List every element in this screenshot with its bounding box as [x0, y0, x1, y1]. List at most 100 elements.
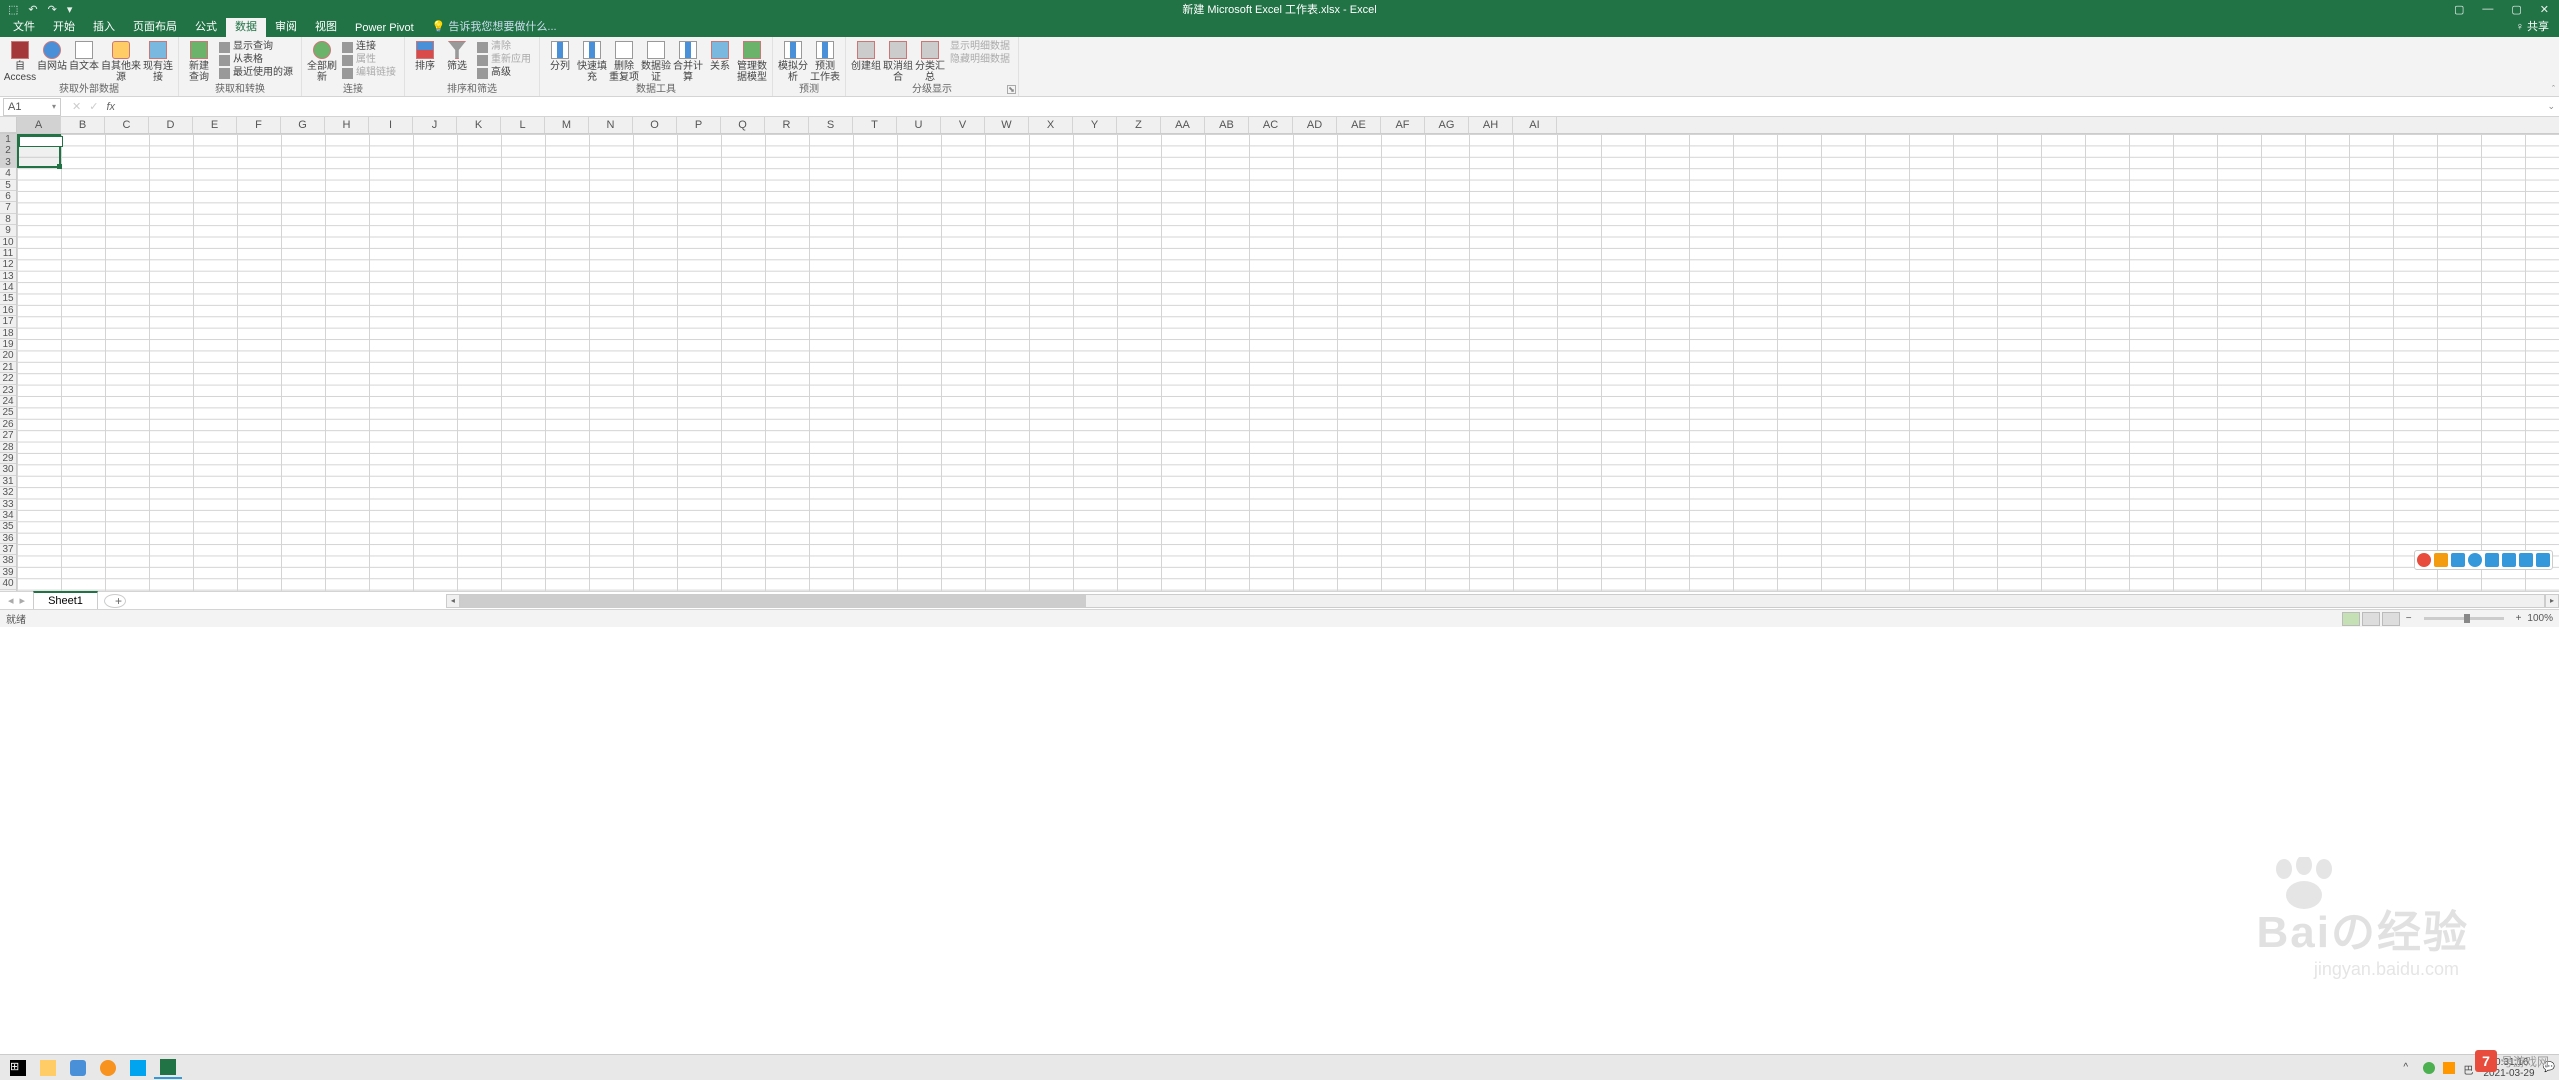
- float-tool-1[interactable]: [2417, 553, 2431, 567]
- column-header[interactable]: E: [193, 117, 237, 133]
- minimize-icon[interactable]: —: [2482, 3, 2493, 16]
- row-header[interactable]: 31: [0, 476, 16, 487]
- zoom-level[interactable]: 100%: [2527, 613, 2553, 624]
- group-button[interactable]: 创建组: [850, 39, 882, 74]
- row-header[interactable]: 5: [0, 180, 16, 191]
- row-header[interactable]: 15: [0, 293, 16, 304]
- row-header[interactable]: 13: [0, 271, 16, 282]
- row-header[interactable]: 35: [0, 521, 16, 532]
- row-header[interactable]: 27: [0, 430, 16, 441]
- expand-formula-bar-icon[interactable]: ⌄: [2543, 101, 2559, 112]
- column-header[interactable]: N: [589, 117, 633, 133]
- row-header[interactable]: 29: [0, 453, 16, 464]
- column-header[interactable]: L: [501, 117, 545, 133]
- qat-dropdown-icon[interactable]: ▾: [67, 3, 73, 16]
- consolidate-button[interactable]: 合并计算: [672, 39, 704, 85]
- select-all-corner[interactable]: [0, 117, 17, 133]
- tray-app-icon[interactable]: [2443, 1062, 2455, 1074]
- tab-layout[interactable]: 页面布局: [124, 15, 186, 37]
- file-explorer-button[interactable]: [34, 1057, 62, 1079]
- tray-notification-icon[interactable]: 💬: [2543, 1062, 2555, 1073]
- column-header[interactable]: W: [985, 117, 1029, 133]
- forecast-button[interactable]: 预测 工作表: [809, 39, 841, 85]
- column-header[interactable]: AE: [1337, 117, 1381, 133]
- show-queries-button[interactable]: 显示查询: [219, 41, 293, 53]
- undo-icon[interactable]: ↶: [28, 3, 37, 16]
- float-tool-3[interactable]: [2451, 553, 2465, 567]
- column-header[interactable]: M: [545, 117, 589, 133]
- page-layout-view-button[interactable]: [2362, 612, 2380, 626]
- column-header[interactable]: J: [413, 117, 457, 133]
- subtotal-button[interactable]: 分类汇总: [914, 39, 946, 85]
- connections-button[interactable]: 连接: [342, 41, 396, 53]
- tab-formula[interactable]: 公式: [186, 15, 226, 37]
- remove-dup-button[interactable]: 删除 重复项: [608, 39, 640, 85]
- column-header[interactable]: O: [633, 117, 677, 133]
- row-header[interactable]: 8: [0, 214, 16, 225]
- data-model-button[interactable]: 管理数 据模型: [736, 39, 768, 85]
- tab-view[interactable]: 视图: [306, 15, 346, 37]
- column-header[interactable]: H: [325, 117, 369, 133]
- save-icon[interactable]: ⬚: [8, 3, 18, 16]
- row-header[interactable]: 21: [0, 362, 16, 373]
- row-header[interactable]: 40: [0, 578, 16, 589]
- row-header[interactable]: 9: [0, 225, 16, 236]
- row-header[interactable]: 26: [0, 419, 16, 430]
- ungroup-button[interactable]: 取消组合: [882, 39, 914, 85]
- ribbon-options-icon[interactable]: ▢: [2454, 3, 2464, 16]
- dialog-launcher[interactable]: ⬊: [1007, 85, 1016, 94]
- column-header[interactable]: AB: [1205, 117, 1249, 133]
- column-header[interactable]: A: [17, 117, 61, 133]
- zoom-slider[interactable]: [2424, 617, 2504, 620]
- tab-file[interactable]: 文件: [4, 15, 44, 37]
- filter-button[interactable]: 筛选: [441, 39, 473, 74]
- float-tool-8[interactable]: [2536, 553, 2550, 567]
- fx-icon[interactable]: fx: [106, 101, 115, 113]
- row-header[interactable]: 4: [0, 168, 16, 179]
- row-header[interactable]: 3: [0, 157, 16, 168]
- row-header[interactable]: 16: [0, 305, 16, 316]
- collapse-ribbon-icon[interactable]: ˆ: [2552, 84, 2555, 94]
- column-header[interactable]: AG: [1425, 117, 1469, 133]
- from-text-button[interactable]: 自文本: [68, 39, 100, 74]
- tab-review[interactable]: 审阅: [266, 15, 306, 37]
- row-header[interactable]: 32: [0, 487, 16, 498]
- float-tool-4[interactable]: [2468, 553, 2482, 567]
- row-header[interactable]: 23: [0, 385, 16, 396]
- float-tool-5[interactable]: [2485, 553, 2499, 567]
- cells-area[interactable]: [17, 134, 2559, 591]
- scroll-right-icon[interactable]: ▸: [2545, 594, 2559, 608]
- column-header[interactable]: G: [281, 117, 325, 133]
- column-header[interactable]: T: [853, 117, 897, 133]
- row-header[interactable]: 2: [0, 145, 16, 156]
- row-header[interactable]: 24: [0, 396, 16, 407]
- row-header[interactable]: 6: [0, 191, 16, 202]
- float-tool-6[interactable]: [2502, 553, 2516, 567]
- sheet-nav-next-icon[interactable]: ▸: [20, 594, 26, 607]
- column-header[interactable]: AH: [1469, 117, 1513, 133]
- column-header[interactable]: C: [105, 117, 149, 133]
- sheet-tab[interactable]: Sheet1: [33, 591, 98, 609]
- row-header[interactable]: 25: [0, 407, 16, 418]
- column-header[interactable]: I: [369, 117, 413, 133]
- row-header[interactable]: 14: [0, 282, 16, 293]
- row-header[interactable]: 38: [0, 555, 16, 566]
- floating-toolbar[interactable]: [2414, 550, 2553, 570]
- row-header[interactable]: 10: [0, 237, 16, 248]
- column-header[interactable]: R: [765, 117, 809, 133]
- from-other-button[interactable]: 自其他来源: [100, 39, 142, 85]
- row-header[interactable]: 20: [0, 350, 16, 361]
- row-header[interactable]: 18: [0, 328, 16, 339]
- scroll-left-icon[interactable]: ◂: [446, 594, 460, 608]
- zoom-in-button[interactable]: +: [2512, 613, 2526, 624]
- tray-ime-icon[interactable]: 巴: [2463, 1062, 2475, 1074]
- data-validation-button[interactable]: 数据验 证: [640, 39, 672, 85]
- row-header[interactable]: 19: [0, 339, 16, 350]
- column-header[interactable]: Z: [1117, 117, 1161, 133]
- column-header[interactable]: AF: [1381, 117, 1425, 133]
- normal-view-button[interactable]: [2342, 612, 2360, 626]
- float-tool-7[interactable]: [2519, 553, 2533, 567]
- tray-clock[interactable]: 10:31:16 2021-03-29: [2483, 1057, 2534, 1079]
- close-icon[interactable]: ✕: [2540, 3, 2549, 16]
- row-header[interactable]: 34: [0, 510, 16, 521]
